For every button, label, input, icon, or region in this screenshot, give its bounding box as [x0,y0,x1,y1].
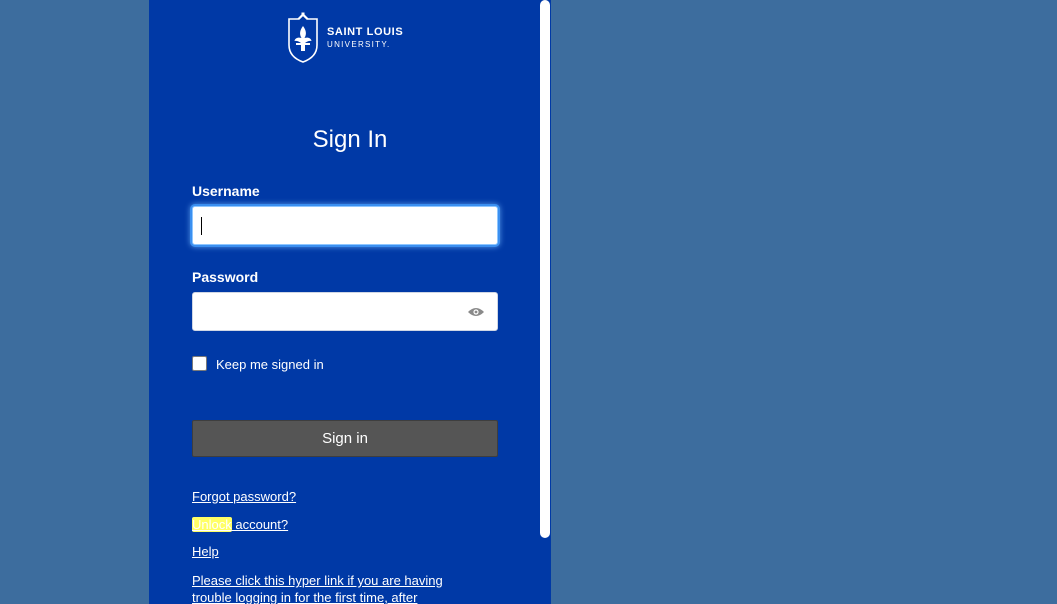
password-label: Password [192,269,259,285]
keep-signed-in-label[interactable]: Keep me signed in [216,357,324,372]
university-logo: SAINT LOUIS UNIVERSITY. [286,12,416,64]
login-panel: SAINT LOUIS UNIVERSITY. Sign In Username… [149,0,551,604]
username-input[interactable] [192,206,498,245]
wordmark-line1: SAINT LOUIS [327,26,404,38]
wordmark-line2: UNIVERSITY. [327,40,391,49]
forgot-password-link[interactable]: Forgot password? [192,489,296,504]
eye-icon[interactable] [467,306,485,318]
slu-seal-icon [288,12,318,63]
unlock-account-link[interactable]: Unlock account? [192,517,288,532]
first-time-line2: trouble logging in for the first time, a… [192,590,418,604]
vertical-scrollbar[interactable] [540,0,550,538]
search-highlight: Unlock [192,517,232,532]
first-time-line1: Please click this hyper link if you are … [192,573,443,588]
keep-signed-in-row[interactable]: Keep me signed in [192,354,324,372]
keep-signed-in-checkbox[interactable] [192,355,207,371]
text-caret [201,217,202,235]
university-wordmark: SAINT LOUIS UNIVERSITY. [327,27,403,49]
username-label: Username [192,183,260,199]
first-time-login-link[interactable]: Please click this hyper link if you are … [192,572,492,604]
sign-in-button[interactable]: Sign in [192,420,498,457]
page-title: Sign In [312,126,388,153]
help-link[interactable]: Help [192,544,219,559]
password-input[interactable] [192,292,498,331]
unlock-account-rest: account? [231,517,289,532]
